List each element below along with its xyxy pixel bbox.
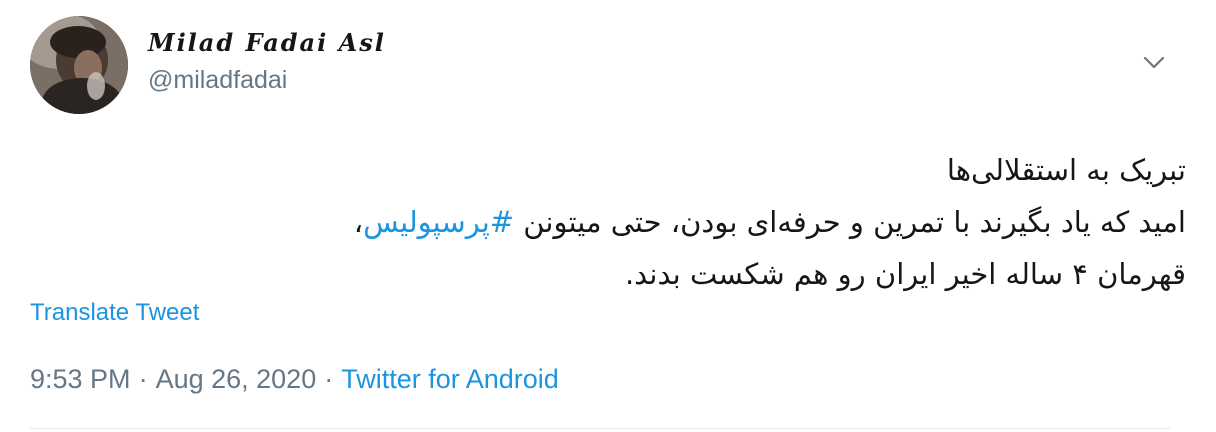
tweet-meta: 9:53 PM · Aug 26, 2020 · Twitter for Android	[30, 364, 559, 395]
tweet-time[interactable]: 9:53 PM	[30, 364, 131, 394]
chevron-down-icon[interactable]	[1141, 49, 1167, 75]
tweet-text: تبریک به استقلالی‌ها امید که یاد بگیرند …	[36, 144, 1186, 300]
avatar[interactable]	[30, 16, 128, 114]
tweet-text-line-3: قهرمان ۴ ساله اخیر ایران رو هم شکست بدند…	[624, 257, 1186, 291]
tweet-text-line-1: تبریک به استقلالی‌ها	[946, 153, 1186, 187]
meta-separator: ·	[324, 364, 334, 394]
author-handle[interactable]: @miladfadai	[148, 66, 287, 95]
hashtag-link[interactable]: #پرسپولیس	[363, 205, 514, 239]
tweet-card: Milad Fadai Asl @miladfadai تبریک به است…	[0, 0, 1216, 432]
translate-tweet-link[interactable]: Translate Tweet	[30, 299, 199, 327]
author-display-name[interactable]: Milad Fadai Asl	[148, 28, 386, 57]
tweet-text-line-2-end: ،	[353, 205, 364, 239]
tweet-text-line-2-start: امید که یاد بگیرند با تمرین و حرفه‌ای بو…	[514, 205, 1186, 239]
tweet-date[interactable]: Aug 26, 2020	[156, 364, 317, 394]
tweet-text-line-2: امید که یاد بگیرند با تمرین و حرفه‌ای بو…	[36, 196, 1186, 248]
meta-separator: ·	[138, 364, 148, 394]
avatar-photo	[30, 16, 128, 114]
divider	[30, 428, 1170, 429]
tweet-source-link[interactable]: Twitter for Android	[341, 364, 559, 394]
